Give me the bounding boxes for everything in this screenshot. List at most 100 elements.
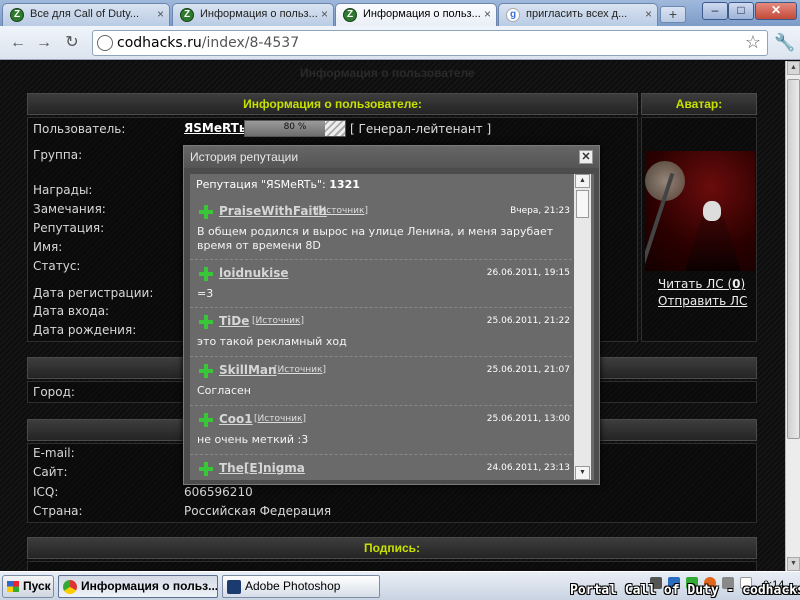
label-group: Группа: xyxy=(33,148,83,162)
label-email: E-mail: xyxy=(33,446,75,460)
entry-nick[interactable]: loidnukise xyxy=(219,266,289,280)
label-country: Страна: xyxy=(33,504,83,518)
modal-title: История репутации xyxy=(184,146,599,168)
read-pm-link[interactable]: Читать ЛС (0) xyxy=(658,277,745,291)
start-button[interactable]: Пуск xyxy=(2,575,54,598)
reload-icon[interactable]: ↻ xyxy=(62,33,82,53)
scroll-up-icon[interactable]: ▲ xyxy=(787,61,800,75)
reputation-entry: SkillMan [Источник] 25.06.2011, 21:07 Со… xyxy=(190,357,572,406)
close-tab-icon[interactable]: × xyxy=(157,4,164,25)
label-awards: Награды: xyxy=(33,183,93,197)
label-birth-date: Дата рождения: xyxy=(33,323,137,337)
entry-nick[interactable]: SkillMan xyxy=(219,363,277,377)
source-link[interactable]: [Источник] xyxy=(274,365,326,375)
google-icon: g xyxy=(506,8,520,22)
entry-date: 24.06.2011, 23:13 xyxy=(486,463,570,473)
windows-flag-icon xyxy=(7,581,19,592)
taskbar-photoshop-button[interactable]: Adobe Photoshop xyxy=(222,575,380,598)
codhacks-icon: Z xyxy=(180,8,194,22)
window-close-button[interactable]: ✕ xyxy=(755,2,797,20)
close-tab-icon[interactable]: × xyxy=(484,4,491,25)
tab-title: Все для Call of Duty... xyxy=(30,8,140,20)
tab-2[interactable]: Z Информация о польз... × xyxy=(172,3,334,26)
label-reputation: Репутация: xyxy=(33,221,105,235)
system-tray: 0:14 Portal Call of Duty - codhacks.ru xyxy=(568,572,800,600)
label-site: Сайт: xyxy=(33,465,68,479)
minimize-button[interactable]: – xyxy=(702,2,728,20)
chrome-icon xyxy=(63,580,77,594)
entry-message: это такой рекламный ход xyxy=(197,335,347,348)
scroll-up-icon[interactable]: ▲ xyxy=(575,174,590,188)
label-user: Пользователь: xyxy=(33,122,126,136)
page-bg-title: Информация о пользователе xyxy=(300,66,475,80)
plus-icon xyxy=(199,315,213,329)
label-status: Статус: xyxy=(33,259,81,273)
new-tab-button[interactable]: + xyxy=(660,6,686,23)
taskbar-chrome-button[interactable]: Информация о польз... xyxy=(58,575,218,598)
rank-progress-bar: 80 % xyxy=(244,120,346,137)
codhacks-icon: Z xyxy=(343,8,357,22)
label-warnings: Замечания: xyxy=(33,202,106,216)
label-city: Город: xyxy=(33,385,75,399)
browser-toolbar: ← → ↻ codhacks.ru/index/8-4537 ☆ 🔧 xyxy=(0,26,800,60)
plus-icon xyxy=(199,364,213,378)
scroll-down-icon[interactable]: ▼ xyxy=(575,466,590,480)
tab-1[interactable]: Z Все для Call of Duty... × xyxy=(2,3,170,26)
icq-value: 606596210 xyxy=(184,485,253,499)
close-tab-icon[interactable]: × xyxy=(645,4,652,25)
tab-3-active[interactable]: Z Информация о польз... × xyxy=(335,3,497,27)
entry-message: не очень меткий :3 xyxy=(197,433,309,446)
forward-arrow-icon[interactable]: → xyxy=(34,33,54,53)
reputation-entry: loidnukise 26.06.2011, 19:15 =3 xyxy=(190,260,572,308)
entry-nick[interactable]: The[E]nigma xyxy=(219,461,305,475)
windows-taskbar: Пуск Информация о польз... Adobe Photosh… xyxy=(0,571,800,600)
avatar-header: Аватар: xyxy=(641,93,757,115)
avatar-image xyxy=(645,151,755,271)
scroll-thumb[interactable] xyxy=(787,79,800,439)
plus-icon xyxy=(199,267,213,281)
tab-title: Информация о польз... xyxy=(363,8,481,20)
globe-icon xyxy=(97,35,113,51)
wrench-icon[interactable]: 🔧 xyxy=(774,33,795,53)
entry-date: 26.06.2011, 19:15 xyxy=(486,268,570,278)
photoshop-icon xyxy=(227,580,241,594)
page-scrollbar[interactable]: ▲ ▼ xyxy=(785,61,800,571)
entry-date: 25.06.2011, 21:07 xyxy=(486,365,570,375)
url-text: codhacks.ru/index/8-4537 xyxy=(117,35,300,51)
scroll-down-icon[interactable]: ▼ xyxy=(787,557,800,571)
back-arrow-icon[interactable]: ← xyxy=(8,33,28,53)
entry-nick[interactable]: TiDe xyxy=(219,314,249,328)
bookmark-star-icon[interactable]: ☆ xyxy=(745,32,761,53)
plus-icon xyxy=(199,462,213,476)
reputation-entry: Coo1 [Источник] 25.06.2011, 13:00 не оче… xyxy=(190,406,572,455)
label-name: Имя: xyxy=(33,240,63,254)
source-link[interactable]: [Источник] xyxy=(316,206,368,216)
progress-text: 80 % xyxy=(283,122,307,132)
close-tab-icon[interactable]: × xyxy=(321,4,328,25)
username-link[interactable]: ЯSMeRTь xyxy=(184,121,246,135)
entry-message: Согласен xyxy=(197,384,251,397)
address-bar[interactable]: codhacks.ru/index/8-4537 ☆ xyxy=(92,30,768,56)
maximize-button[interactable]: □ xyxy=(728,2,754,20)
send-pm-link[interactable]: Отправить ЛС xyxy=(658,294,747,308)
reputation-entry: The[E]nigma 24.06.2011, 23:13 xyxy=(190,455,572,480)
modal-close-button[interactable]: ✕ xyxy=(579,150,593,164)
source-link[interactable]: [Источник] xyxy=(252,316,304,326)
entry-date: Вчера, 21:23 xyxy=(510,206,570,216)
label-icq: ICQ: xyxy=(33,485,59,499)
entry-message: В общем родился и вырос на улице Ленина,… xyxy=(197,225,554,252)
entry-nick[interactable]: PraiseWithFaith xyxy=(219,204,327,218)
entry-date: 25.06.2011, 13:00 xyxy=(486,414,570,424)
country-value: Российская Федерация xyxy=(184,504,332,518)
scroll-thumb[interactable] xyxy=(576,190,589,218)
tab-title: Информация о польз... xyxy=(200,8,318,20)
codhacks-icon: Z xyxy=(10,8,24,22)
label-login-date: Дата входа: xyxy=(33,304,110,318)
modal-scrollbar[interactable]: ▲ ▼ xyxy=(574,174,591,480)
entry-nick[interactable]: Coo1 xyxy=(219,412,253,426)
user-info-header: Информация о пользователе: xyxy=(27,93,638,115)
source-link[interactable]: [Источник] xyxy=(254,414,306,424)
tab-4[interactable]: g пригласить всех д... × xyxy=(498,3,658,26)
plus-icon xyxy=(199,205,213,219)
entry-message: =3 xyxy=(197,287,214,300)
